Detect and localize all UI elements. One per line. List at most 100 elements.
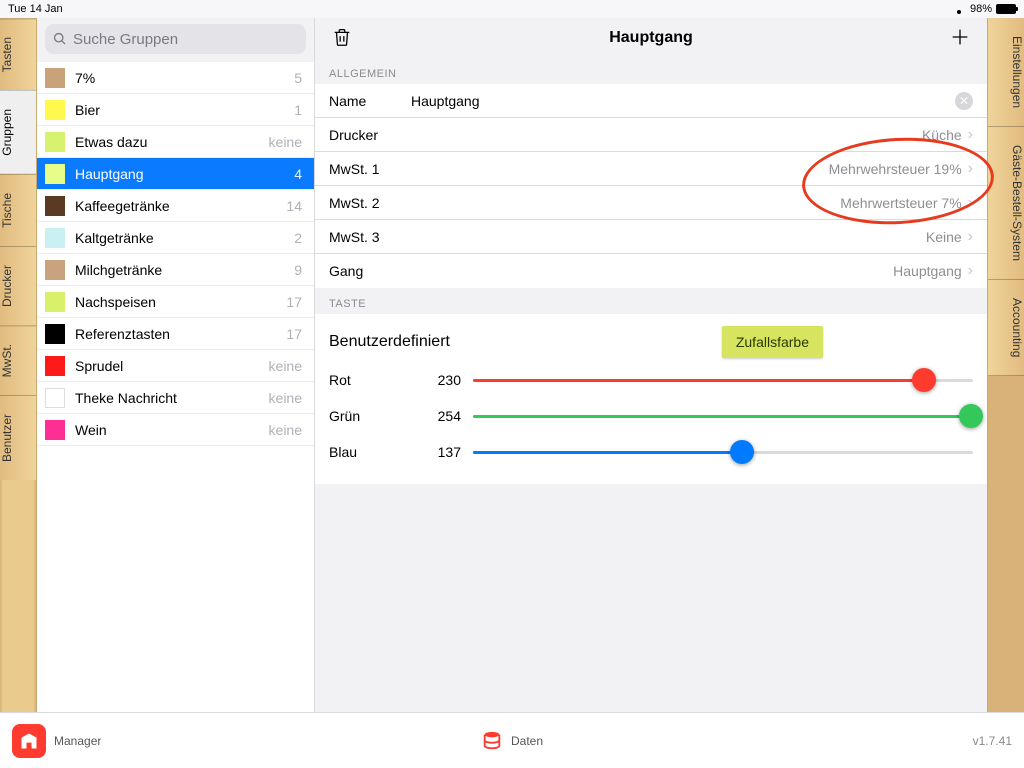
group-row[interactable]: Referenztasten 17 (37, 318, 314, 350)
add-button[interactable] (945, 22, 975, 55)
group-row[interactable]: Hauptgang4 (37, 158, 314, 190)
color-swatch (45, 260, 65, 280)
left-tab-tasten[interactable]: Tasten (0, 18, 36, 90)
slider-value: 230 (401, 372, 461, 388)
battery-icon (996, 4, 1016, 14)
slider-track[interactable] (473, 379, 973, 382)
right-tab-accounting[interactable]: Accounting (988, 280, 1024, 376)
group-row[interactable]: Milchgetränke 9 (37, 254, 314, 286)
group-count: 14 (286, 198, 302, 214)
color-swatch (45, 132, 65, 152)
detail-row-mwst-1[interactable]: MwSt. 1Mehrwehrsteuer 19% › (315, 152, 987, 186)
cell-value: Mehrwehrsteuer 19% › (829, 161, 973, 177)
cell-label: MwSt. 2 (329, 195, 409, 211)
main-sheet: Suche Gruppen 7%5Bier1Etwas dazukeineHau… (36, 18, 988, 712)
group-count: keine (269, 134, 302, 150)
left-tab-mwst.[interactable]: MwSt. (0, 325, 36, 395)
search-placeholder: Suche Gruppen (73, 31, 178, 48)
group-name: Sprudel (75, 358, 123, 374)
cell-label: Drucker (329, 127, 409, 143)
group-row[interactable]: Bier1 (37, 94, 314, 126)
group-name: Milchgetränke (75, 262, 162, 278)
group-sidebar: Suche Gruppen 7%5Bier1Etwas dazukeineHau… (37, 18, 315, 712)
slider-label: Blau (329, 444, 389, 460)
app-badge[interactable]: Manager (12, 724, 101, 758)
cell-label: Gang (329, 263, 409, 279)
wifi-icon (952, 4, 966, 14)
search-field[interactable]: Suche Gruppen (45, 24, 306, 54)
name-cell[interactable]: Name ✕ (315, 84, 987, 118)
group-row[interactable]: Theke Nachricht keine (37, 382, 314, 414)
detail-row-mwst-2[interactable]: MwSt. 2Mehrwertsteuer 7% › (315, 186, 987, 220)
group-name: Theke Nachricht (75, 390, 177, 406)
group-count: 9 (294, 262, 302, 278)
group-row[interactable]: Kaffeegetränke 14 (37, 190, 314, 222)
slider-value: 137 (401, 444, 461, 460)
chevron-right-icon: › (968, 229, 973, 245)
slider-label: Grün (329, 408, 389, 424)
group-row[interactable]: Kaltgetränke 2 (37, 222, 314, 254)
chevron-right-icon: › (968, 263, 973, 279)
slider-blau[interactable]: Blau 137 (329, 434, 973, 470)
group-row[interactable]: Wein keine (37, 414, 314, 446)
custom-color-label: Benutzerdefiniert (329, 333, 450, 351)
detail-row-mwst-3[interactable]: MwSt. 3Keine › (315, 220, 987, 254)
slider-value: 254 (401, 408, 461, 424)
slider-thumb[interactable] (912, 368, 936, 392)
group-row[interactable]: Nachspeisen17 (37, 286, 314, 318)
left-tab-drucker[interactable]: Drucker (0, 246, 36, 325)
right-tab-strip: EinstellungenGäste-Bestell-SystemAccount… (988, 18, 1024, 712)
data-badge[interactable]: Daten (481, 730, 543, 752)
slider-track[interactable] (473, 451, 973, 454)
group-name: Referenztasten (75, 326, 170, 342)
slider-thumb[interactable] (959, 404, 983, 428)
group-row[interactable]: 7%5 (37, 62, 314, 94)
slider-track[interactable] (473, 415, 973, 418)
color-swatch (45, 356, 65, 376)
group-name: Kaltgetränke (75, 230, 154, 246)
app-label: Manager (54, 734, 101, 748)
left-tab-tische[interactable]: Tische (0, 174, 36, 246)
slider-thumb[interactable] (730, 440, 754, 464)
group-count: 2 (294, 230, 302, 246)
chevron-right-icon: › (968, 195, 973, 211)
color-block: Benutzerdefiniert Zufallsfarbe Rot230Grü… (315, 314, 987, 484)
name-input[interactable] (409, 92, 955, 110)
color-swatch (45, 228, 65, 248)
section-general: ALLGEMEIN (315, 58, 987, 84)
color-swatch (45, 388, 65, 408)
group-row[interactable]: Etwas dazukeine (37, 126, 314, 158)
detail-pane: Hauptgang ALLGEMEIN Name ✕ DruckerKüche … (315, 18, 987, 712)
color-swatch (45, 420, 65, 440)
color-swatch (45, 196, 65, 216)
database-icon (481, 730, 503, 752)
status-bar: Tue 14 Jan 98% (0, 0, 1024, 18)
group-count: keine (269, 390, 302, 406)
group-list: 7%5Bier1Etwas dazukeineHauptgang4Kaffeeg… (37, 62, 314, 712)
name-label: Name (329, 93, 409, 109)
group-count: keine (269, 422, 302, 438)
slider-rot[interactable]: Rot230 (329, 362, 973, 398)
detail-row-gang[interactable]: GangHauptgang › (315, 254, 987, 288)
right-tab-g-ste-bestell-system[interactable]: Gäste-Bestell-System (988, 127, 1024, 280)
color-swatch (45, 68, 65, 88)
cell-value: Keine › (926, 229, 973, 245)
group-name: Kaffeegetränke (75, 198, 170, 214)
left-tab-benutzer[interactable]: Benutzer (0, 395, 36, 480)
clear-name-button[interactable]: ✕ (955, 92, 973, 110)
group-count: 17 (286, 326, 302, 342)
left-tab-strip: TastenGruppenTischeDruckerMwSt.Benutzer (0, 18, 36, 712)
delete-button[interactable] (327, 22, 357, 55)
group-count: keine (269, 358, 302, 374)
slider-grün[interactable]: Grün 254 (329, 398, 973, 434)
group-name: Bier (75, 102, 100, 118)
group-name: Wein (75, 422, 107, 438)
search-icon (53, 32, 67, 46)
cell-value: Küche › (922, 127, 973, 143)
group-row[interactable]: Sprudel keine (37, 350, 314, 382)
random-color-button[interactable]: Zufallsfarbe (722, 326, 823, 358)
left-tab-gruppen[interactable]: Gruppen (0, 90, 36, 174)
detail-row-drucker[interactable]: Drucker Küche › (315, 118, 987, 152)
right-tab-einstellungen[interactable]: Einstellungen (988, 18, 1024, 127)
battery-percent: 98% (970, 3, 992, 15)
